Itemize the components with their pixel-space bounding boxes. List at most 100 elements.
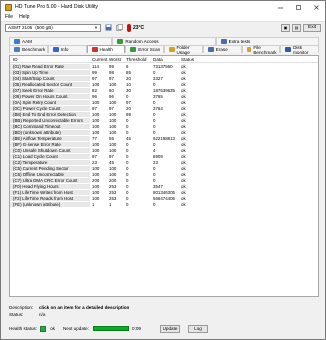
cell-worst: 100 bbox=[109, 99, 117, 105]
description-label: Description: bbox=[9, 305, 34, 310]
tab-aam[interactable]: AAM bbox=[9, 37, 113, 45]
tab-folder-usage[interactable]: Folder Usage bbox=[164, 45, 203, 55]
cell-data: 0 bbox=[153, 99, 156, 105]
cell-current: 100 bbox=[92, 189, 100, 195]
log-button[interactable]: Log bbox=[188, 324, 209, 333]
tab-info[interactable]: Info bbox=[47, 45, 87, 53]
cell-status: ok bbox=[181, 129, 186, 135]
tab-error-scan[interactable]: Error Scan bbox=[125, 45, 164, 53]
cell-status: ok bbox=[181, 81, 186, 87]
cell-data: 0 bbox=[153, 81, 156, 87]
cell-data: 4 bbox=[153, 147, 156, 153]
thermometer-icon bbox=[127, 23, 131, 32]
menu-file[interactable]: File bbox=[5, 14, 13, 20]
cell-id: (FE) (unknown attribute) bbox=[10, 201, 90, 207]
cell-threshold: 0 bbox=[126, 171, 129, 177]
cell-status: ok bbox=[181, 75, 186, 81]
cell-status: ok bbox=[181, 183, 186, 189]
cell-id: (C1) Load Cycle Count bbox=[10, 153, 90, 159]
next-update-progress bbox=[93, 326, 130, 331]
cell-data: 622198813 bbox=[153, 135, 175, 141]
tab-health[interactable]: Health bbox=[86, 45, 126, 53]
screenshot-button[interactable]: ▣ bbox=[281, 23, 290, 32]
save-icon bbox=[105, 24, 111, 31]
cell-id: (C0) Unsafe Shutdown Count bbox=[10, 147, 90, 153]
close-button[interactable] bbox=[307, 1, 325, 13]
app-icon bbox=[5, 3, 12, 11]
cell-id: (C7) Ultra DMA CRC Error Count bbox=[10, 177, 90, 183]
cell-data: 3327 bbox=[153, 75, 163, 81]
table-header: ID Current Worst Threshold Data Status bbox=[10, 56, 318, 63]
cell-threshold: 0 bbox=[126, 117, 129, 123]
copy-icon bbox=[115, 24, 123, 31]
column-header-id[interactable]: ID bbox=[10, 57, 90, 62]
minimize-button[interactable] bbox=[271, 1, 289, 13]
drive-size: (500 gB) bbox=[35, 25, 53, 30]
cell-worst: 55 bbox=[109, 135, 114, 141]
cell-id: (F0) Head Flying Hours bbox=[10, 183, 90, 189]
cell-status: ok bbox=[181, 201, 186, 207]
tab-benchmark[interactable]: Benchmark bbox=[9, 45, 48, 53]
window-title: HD Tune Pro 5.00 - Hard Disk Utility bbox=[15, 4, 99, 10]
benchmark-icon bbox=[14, 47, 20, 52]
cell-current: 100 bbox=[92, 111, 100, 117]
cell-worst: 253 bbox=[109, 195, 117, 201]
cell-worst: 200 bbox=[109, 177, 117, 183]
cell-data: 0 bbox=[153, 141, 156, 147]
cell-id: (09) Power On Hours Count bbox=[10, 93, 90, 99]
cell-status: ok bbox=[181, 171, 186, 177]
drive-select[interactable]: ASMT 2105 (500 gB) ▼ bbox=[5, 23, 101, 32]
cell-threshold: 30 bbox=[126, 87, 131, 93]
cell-threshold: 0 bbox=[126, 201, 129, 207]
column-header-status[interactable]: Status bbox=[179, 57, 199, 62]
cell-id: (B8) End To End Error Detection bbox=[10, 111, 90, 117]
update-button[interactable]: Update bbox=[160, 324, 181, 333]
refresh-button[interactable] bbox=[104, 24, 112, 32]
cell-current: 100 bbox=[92, 117, 100, 123]
chevron-down-icon: ▼ bbox=[94, 25, 98, 30]
cell-worst: 1 bbox=[109, 201, 112, 207]
cell-data: 3547 bbox=[153, 183, 163, 189]
cell-current: 97 bbox=[92, 75, 97, 81]
tab-row-bottom: Benchmark Info Health Error Scan Folder … bbox=[9, 45, 319, 55]
cell-current: 114 bbox=[92, 63, 99, 69]
tab-file-benchmark[interactable]: File Benchmark bbox=[241, 45, 281, 55]
cell-status: ok bbox=[181, 147, 186, 153]
copy-button[interactable] bbox=[115, 24, 123, 32]
options-button[interactable]: ▤ bbox=[292, 23, 301, 32]
maximize-button[interactable] bbox=[289, 1, 307, 13]
tab-disk-monitor[interactable]: Disk monitor bbox=[280, 45, 319, 55]
status-bar: Health status: ok Next update: 0:09 Upda… bbox=[9, 324, 319, 333]
cell-current: 100 bbox=[92, 141, 100, 147]
cell-current: 97 bbox=[92, 105, 97, 111]
cell-current: 97 bbox=[92, 153, 97, 159]
column-header-threshold[interactable]: Threshold bbox=[124, 57, 151, 62]
column-header-worst[interactable]: Worst bbox=[107, 57, 124, 62]
cell-threshold: 20 bbox=[126, 75, 131, 81]
cell-worst: 100 bbox=[109, 123, 117, 129]
menu-help[interactable]: Help bbox=[19, 14, 29, 20]
cell-data: 0 bbox=[153, 69, 156, 75]
cell-threshold: 0 bbox=[126, 159, 129, 165]
tab-erase[interactable]: Erase bbox=[202, 45, 242, 53]
cell-threshold: 99 bbox=[126, 111, 131, 117]
cell-current: 200 bbox=[92, 177, 100, 183]
file-benchmark-icon bbox=[246, 47, 252, 52]
cell-status: ok bbox=[181, 123, 186, 129]
column-header-current[interactable]: Current bbox=[90, 57, 107, 62]
table-row[interactable]: (FE) (unknown attribute) 1 1 0 0 ok bbox=[10, 201, 318, 207]
cell-id: (07) Seek Error Rate bbox=[10, 87, 90, 93]
health-status-value: ok bbox=[50, 326, 55, 331]
cell-id: (0C) Power Cycle Count bbox=[10, 105, 90, 111]
cell-current: 100 bbox=[92, 99, 100, 105]
cell-threshold: 0 bbox=[126, 195, 129, 201]
cell-id: (BB) Reported Uncorrectable Errors bbox=[10, 117, 90, 123]
column-header-data[interactable]: Data bbox=[151, 57, 179, 62]
next-update-label: Next update: bbox=[62, 326, 90, 331]
table-body: (01) Raw Read Error Rate 114 99 6 73137560 ok… bbox=[10, 63, 318, 207]
cell-status: ok bbox=[181, 69, 186, 75]
cell-status: ok bbox=[181, 153, 186, 159]
exit-button[interactable]: Exit bbox=[303, 23, 321, 32]
folder-usage-icon bbox=[169, 47, 175, 52]
cell-worst: 60 bbox=[109, 87, 114, 93]
